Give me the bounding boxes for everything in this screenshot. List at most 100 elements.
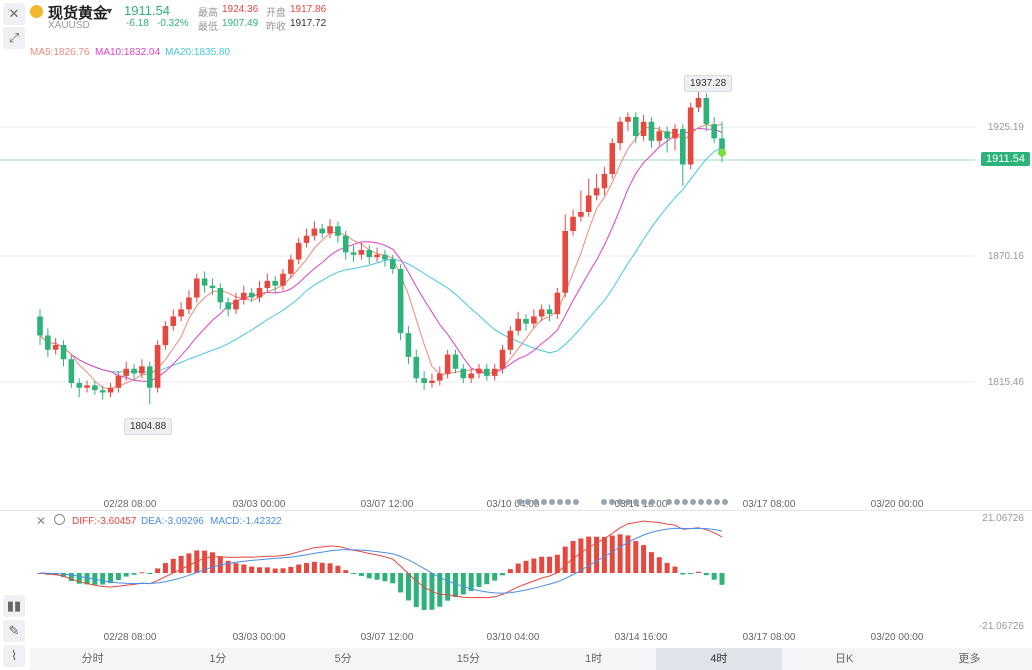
candle-body (146, 366, 153, 388)
candle-body (444, 354, 451, 374)
candle-body (68, 359, 75, 383)
candle-body (664, 131, 670, 139)
candle-body (695, 98, 702, 108)
price-axis-label: 1870.16 (987, 251, 1024, 262)
tab-more[interactable]: 更多 (907, 648, 1032, 670)
candle-body (327, 226, 333, 234)
macd-bar (374, 573, 380, 580)
macd-bar (523, 560, 529, 573)
candle-body (570, 216, 576, 231)
macd-bar (296, 564, 302, 573)
candle-body (154, 345, 161, 388)
candle-body (562, 231, 569, 293)
macd-time-label: 03/20 00:00 (870, 632, 924, 643)
candle-body (476, 368, 482, 374)
candle-body (389, 259, 396, 269)
candle-body (436, 373, 443, 381)
high-marker: 1937.28 (684, 75, 733, 92)
macd-bar (672, 566, 678, 573)
macd-axis-bottom: -21.06726 (978, 621, 1024, 632)
macd-bar (421, 573, 427, 610)
candle-body (499, 349, 506, 369)
chart-type-icon[interactable]: ⌇ (3, 645, 25, 667)
macd-bar (554, 554, 560, 573)
time-axis-label: 02/28 08:00 (103, 499, 157, 510)
candle-body (170, 316, 177, 326)
macd-bar (264, 567, 270, 573)
event-markers[interactable] (517, 499, 579, 505)
macd-bar (390, 573, 396, 584)
macd-bar (335, 565, 341, 573)
candle-body (491, 368, 498, 376)
macd-chart[interactable] (0, 510, 975, 630)
macd-bar (609, 535, 615, 573)
tab-1hour[interactable]: 1时 (531, 648, 656, 670)
low-marker: 1804.88 (124, 418, 173, 435)
candle-body (429, 380, 435, 383)
macd-time-label: 03/03 00:00 (232, 632, 286, 643)
candle-body (311, 228, 318, 236)
candle-body (115, 375, 122, 388)
macd-bar (633, 541, 639, 573)
macd-bar (100, 573, 106, 585)
candle-body (374, 254, 380, 258)
candle-body (617, 121, 623, 144)
candle-body (45, 335, 51, 350)
macd-bar (288, 566, 294, 573)
tab-15min[interactable]: 15分 (406, 648, 531, 670)
macd-bar (233, 563, 239, 573)
event-markers[interactable] (601, 499, 655, 505)
price-axis-label: 1925.19 (987, 122, 1024, 133)
candle-body (413, 356, 420, 379)
time-axis-label: 03/07 12:00 (360, 499, 414, 510)
candle-body (554, 292, 561, 315)
candle-body (680, 128, 686, 165)
macd-bar (147, 573, 153, 574)
event-markers[interactable] (666, 499, 728, 505)
candle-body (601, 174, 608, 189)
candle-body (217, 288, 224, 303)
candle-body (397, 269, 404, 334)
time-axis-label: 03/17 08:00 (742, 499, 796, 510)
candle-body (288, 259, 294, 274)
candle-body (201, 278, 208, 286)
tab-intraday[interactable]: 分时 (30, 648, 155, 670)
candle-body (272, 280, 278, 286)
candle-body (656, 131, 663, 141)
candle-body (350, 252, 357, 255)
draw-tool-icon[interactable]: ✎ (3, 620, 25, 642)
candle-body (178, 309, 184, 317)
candle-body (523, 318, 529, 324)
tab-1min[interactable]: 1分 (155, 648, 280, 670)
macd-bar (398, 573, 404, 593)
time-axis-label: 03/20 00:00 (870, 499, 924, 510)
macd-bar (492, 573, 498, 581)
macd-bar (711, 573, 717, 580)
candle-body (303, 235, 310, 243)
macd-time-label: 03/10 04:00 (486, 632, 540, 643)
candle-body (295, 242, 302, 260)
macd-bar (531, 558, 537, 573)
tab-4hour[interactable]: 4时 (656, 648, 782, 670)
macd-bar (358, 573, 364, 576)
candle-body (687, 107, 694, 165)
macd-bar (413, 573, 419, 607)
ma20-line (39, 147, 723, 374)
tab-daily[interactable]: 日K (782, 648, 907, 670)
candle-body (60, 345, 67, 360)
macd-bar (578, 538, 584, 573)
candle-body (546, 309, 553, 315)
macd-bar (162, 563, 168, 573)
candle-body (162, 326, 169, 345)
candle-body (280, 273, 286, 286)
candle-body (248, 292, 255, 298)
candle-body (711, 124, 717, 139)
macd-bar (366, 573, 372, 579)
indicator-icon[interactable]: ▮▮ (3, 595, 25, 617)
candle-body (507, 330, 514, 350)
macd-bar (547, 556, 553, 573)
candle-body (468, 373, 474, 379)
macd-bar (115, 573, 121, 580)
tab-5min[interactable]: 5分 (281, 648, 406, 670)
macd-bar (256, 567, 262, 573)
